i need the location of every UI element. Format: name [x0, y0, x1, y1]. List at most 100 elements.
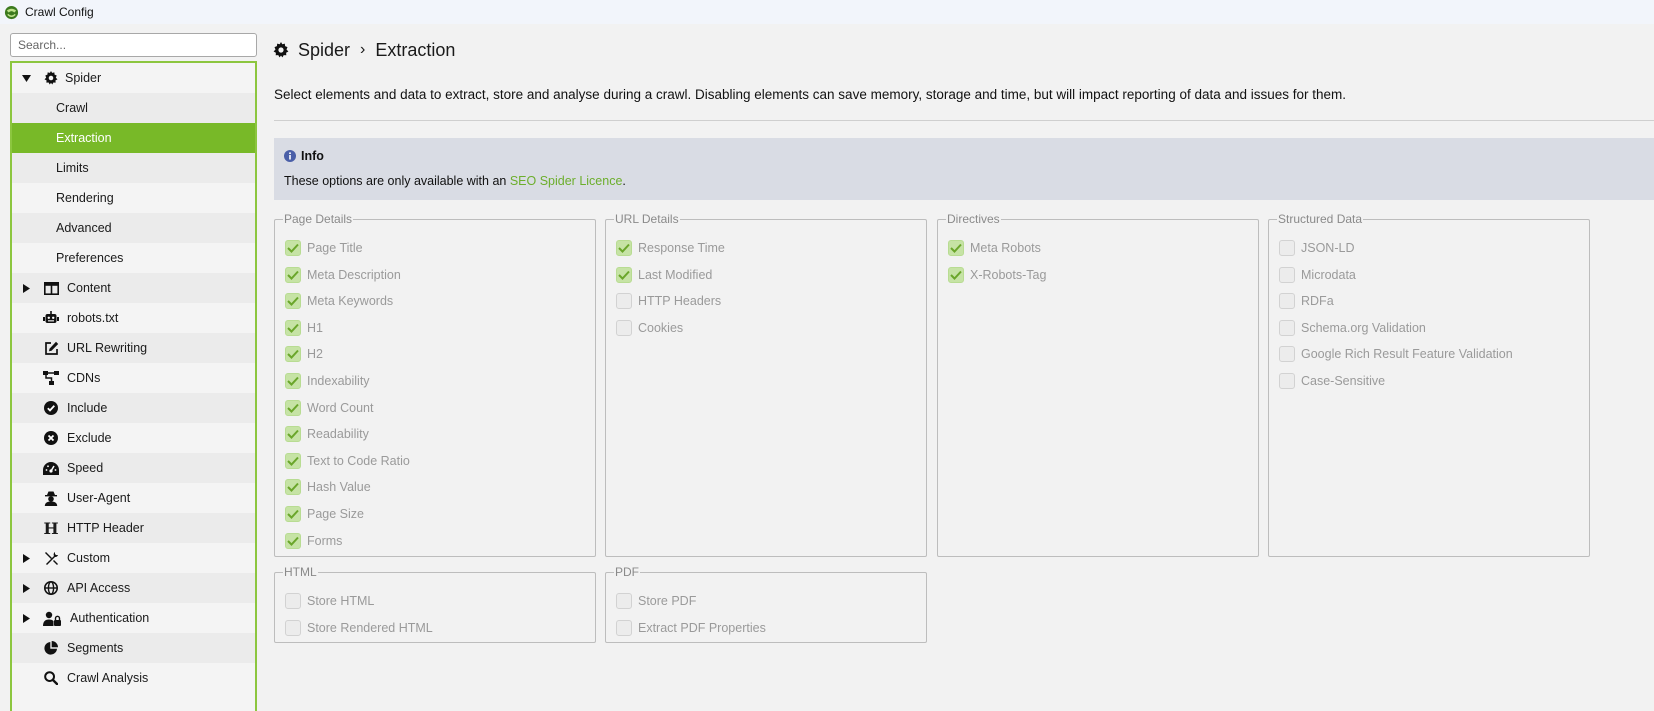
check-circle-icon — [43, 400, 59, 416]
checkbox-unchecked[interactable] — [1279, 346, 1295, 363]
checkbox-row-response-time[interactable]: Response Time — [616, 239, 725, 257]
info-icon — [284, 150, 296, 162]
checkbox-checked[interactable] — [285, 399, 301, 416]
sidebar-item-robots[interactable]: robots.txt — [12, 303, 255, 333]
checkbox-unchecked[interactable] — [1279, 373, 1295, 389]
sidebar-item-label: Exclude — [67, 431, 112, 445]
checkbox-unchecked[interactable] — [1279, 266, 1295, 283]
sidebar-item-url-rewriting[interactable]: URL Rewriting — [12, 333, 255, 363]
sidebar-item-rendering[interactable]: Rendering — [12, 183, 255, 213]
breadcrumb-current: Extraction — [375, 39, 456, 60]
sidebar-item-label: Spider — [65, 71, 102, 85]
collapsed-arrow-icon[interactable] — [21, 283, 31, 293]
collapsed-arrow-icon[interactable] — [21, 613, 31, 623]
checkbox-unchecked[interactable] — [285, 593, 301, 609]
sidebar-item-preferences[interactable]: Preferences — [12, 243, 255, 273]
checkbox-checked[interactable] — [285, 319, 301, 336]
sidebar-item-include[interactable]: Include — [12, 393, 255, 423]
checkbox-row-page-title[interactable]: Page Title — [285, 239, 363, 257]
checkbox-row-google-rich-result-feature-validation[interactable]: Google Rich Result Feature Validation — [1279, 345, 1513, 363]
checkbox-row-microdata[interactable]: Microdata — [1279, 266, 1356, 284]
sidebar-item-crawl[interactable]: Crawl — [12, 93, 255, 123]
checkbox-row-cookies[interactable]: Cookies — [616, 319, 683, 337]
breadcrumb-parent[interactable]: Spider — [298, 40, 350, 61]
sidebar-item-content[interactable]: Content — [12, 273, 255, 303]
licence-link[interactable]: SEO Spider Licence — [510, 174, 623, 188]
expanded-arrow-icon[interactable] — [21, 73, 31, 83]
checkbox-row-page-size[interactable]: Page Size — [285, 505, 364, 523]
checkbox-row-word-count[interactable]: Word Count — [285, 399, 373, 417]
user-lock-icon — [43, 610, 62, 626]
checkbox-checked[interactable] — [948, 240, 964, 256]
checkbox-unchecked[interactable] — [616, 619, 632, 636]
sidebar-item-advanced[interactable]: Advanced — [12, 213, 255, 243]
sidebar-item-user-agent[interactable]: User-Agent — [12, 483, 255, 513]
sidebar-item-label: Crawl Analysis — [67, 671, 149, 685]
checkbox-row-store-pdf[interactable]: Store PDF — [616, 592, 696, 610]
checkbox-label: Word Count — [307, 400, 374, 415]
checkbox-label: RDFa — [1301, 294, 1334, 309]
checkbox-row-http-headers[interactable]: HTTP Headers — [616, 292, 721, 310]
sidebar-item-speed[interactable]: Speed — [12, 453, 255, 483]
checkbox-unchecked[interactable] — [1279, 293, 1295, 310]
checkbox-row-h1[interactable]: H1 — [285, 319, 323, 337]
checkbox-checked[interactable] — [285, 506, 301, 522]
checkbox-row-meta-description[interactable]: Meta Description — [285, 266, 401, 284]
checkbox-row-extract-pdf-properties[interactable]: Extract PDF Properties — [616, 619, 766, 637]
checkbox-unchecked[interactable] — [616, 293, 632, 310]
sidebar-item-authentication[interactable]: Authentication — [12, 603, 255, 633]
checkbox-checked[interactable] — [948, 266, 964, 283]
checkbox-row-meta-robots[interactable]: Meta Robots — [948, 239, 1041, 257]
sidebar-item-segments[interactable]: Segments — [12, 633, 255, 663]
checkbox-row-h2[interactable]: H2 — [285, 345, 323, 363]
checkbox-unchecked[interactable] — [1279, 240, 1295, 256]
checkbox-unchecked[interactable] — [616, 593, 632, 609]
checkbox-row-store-html[interactable]: Store HTML — [285, 592, 374, 610]
checkbox-checked[interactable] — [285, 479, 301, 496]
checkbox-row-json-ld[interactable]: JSON-LD — [1279, 239, 1354, 257]
sidebar-item-crawl-analysis[interactable]: Crawl Analysis — [12, 663, 255, 693]
checkbox-row-store-rendered-html[interactable]: Store Rendered HTML — [285, 619, 433, 637]
checkbox-unchecked[interactable] — [1279, 319, 1295, 336]
sidebar-item-http-header[interactable]: H HTTP Header — [12, 513, 255, 543]
checkbox-row-last-modified[interactable]: Last Modified — [616, 266, 712, 284]
checkbox-row-hash-value[interactable]: Hash Value — [285, 478, 371, 496]
sidebar-item-custom[interactable]: Custom — [12, 543, 255, 573]
checkbox-checked[interactable] — [285, 373, 301, 389]
checkbox-row-rdfa[interactable]: RDFa — [1279, 292, 1334, 310]
checkbox-checked[interactable] — [285, 426, 301, 443]
sidebar-item-extraction[interactable]: Extraction — [12, 123, 255, 153]
checkbox-row-text-to-code-ratio[interactable]: Text to Code Ratio — [285, 452, 410, 470]
checkbox-checked[interactable] — [616, 240, 632, 256]
group-legend: Page Details — [284, 212, 353, 226]
checkbox-checked[interactable] — [285, 452, 301, 469]
checkmark-icon — [287, 350, 299, 360]
checkbox-row-schema-org-validation[interactable]: Schema.org Validation — [1279, 319, 1426, 337]
sidebar-item-spider[interactable]: Spider — [12, 63, 255, 93]
collapsed-arrow-icon[interactable] — [21, 553, 31, 563]
checkbox-row-x-robots-tag[interactable]: X-Robots-Tag — [948, 266, 1046, 284]
checkbox-unchecked[interactable] — [285, 619, 301, 636]
collapsed-arrow-icon[interactable] — [21, 583, 31, 593]
checkbox-row-readability[interactable]: Readability — [285, 425, 369, 443]
sidebar-item-api-access[interactable]: API Access — [12, 573, 255, 603]
checkbox-checked[interactable] — [616, 266, 632, 283]
sidebar-item-exclude[interactable]: Exclude — [12, 423, 255, 453]
checkbox-row-forms[interactable]: Forms — [285, 532, 342, 550]
checkbox-checked[interactable] — [285, 346, 301, 363]
info-banner: Info These options are only available wi… — [274, 138, 1654, 200]
checkbox-row-meta-keywords[interactable]: Meta Keywords — [285, 292, 393, 310]
checkmark-icon — [287, 270, 299, 280]
checkbox-row-indexability[interactable]: Indexability — [285, 372, 370, 390]
sidebar-item-limits[interactable]: Limits — [12, 153, 255, 183]
sidebar-item-cdns[interactable]: CDNs — [12, 363, 255, 393]
checkbox-checked[interactable] — [285, 266, 301, 283]
network-icon — [43, 370, 59, 386]
checkbox-checked[interactable] — [285, 293, 301, 310]
checkmark-icon — [950, 270, 962, 280]
checkbox-unchecked[interactable] — [616, 319, 632, 336]
checkbox-checked[interactable] — [285, 532, 301, 549]
search-input[interactable] — [10, 33, 257, 57]
checkbox-checked[interactable] — [285, 240, 301, 256]
checkbox-row-case-sensitive[interactable]: Case-Sensitive — [1279, 372, 1385, 390]
